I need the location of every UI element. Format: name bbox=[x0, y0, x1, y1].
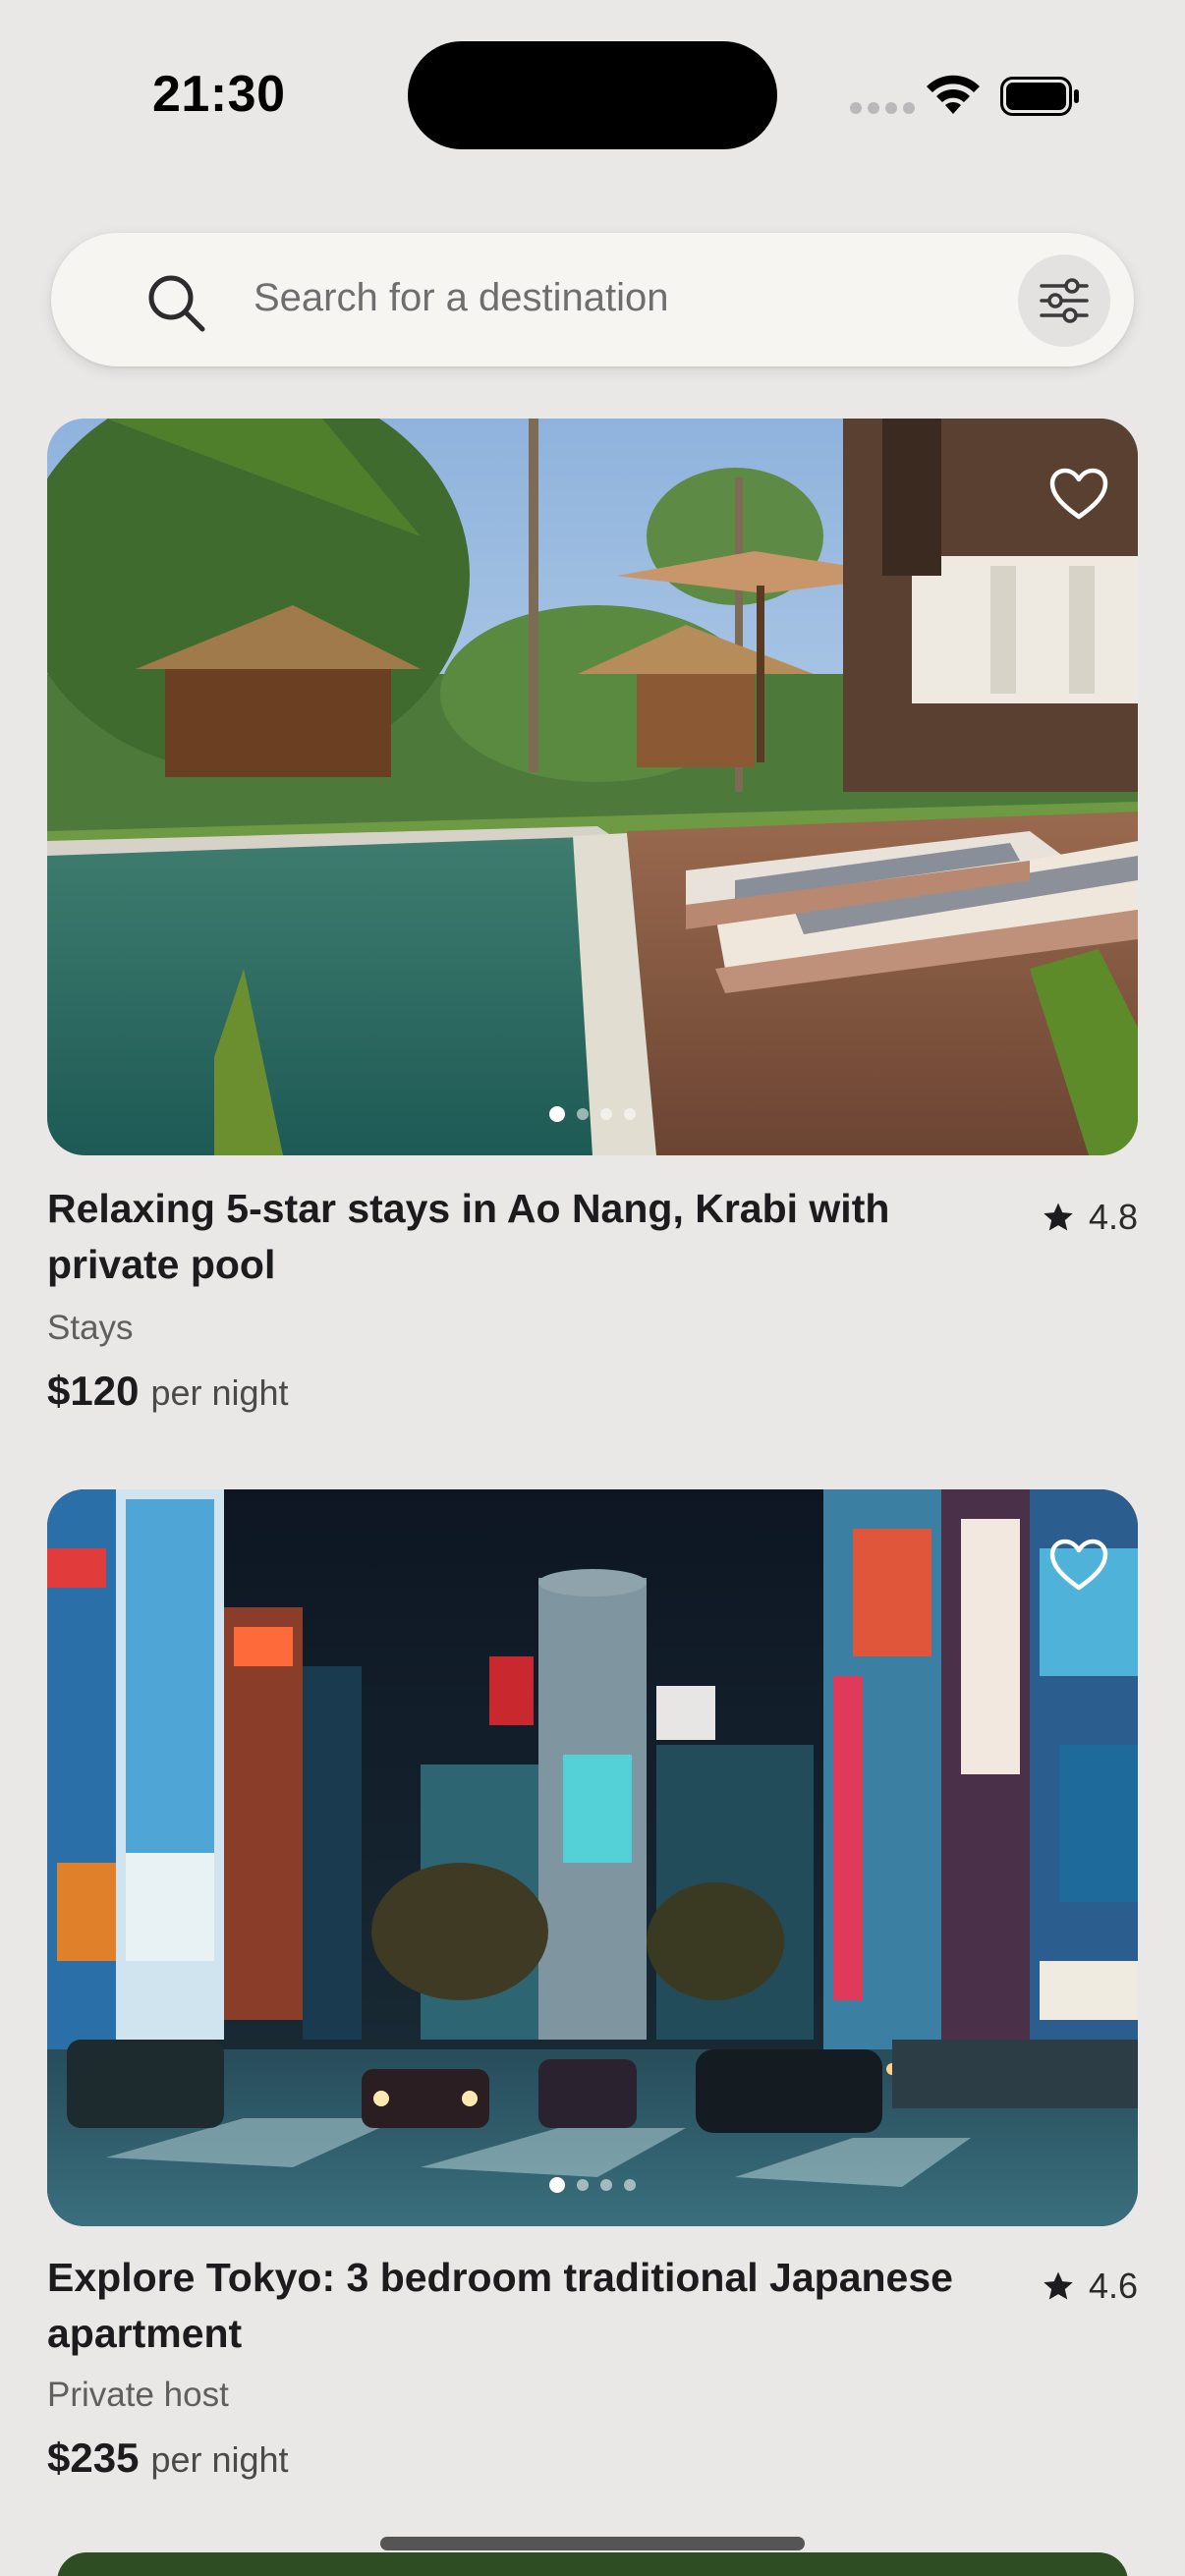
listing-category: Stays bbox=[47, 1309, 134, 1347]
star-icon bbox=[1044, 2271, 1073, 2300]
heart-outline-icon[interactable] bbox=[1049, 468, 1108, 521]
signal-icon bbox=[850, 102, 915, 114]
rating: 4.6 bbox=[1042, 2266, 1138, 2307]
search-icon bbox=[148, 275, 205, 332]
price: $120 bbox=[47, 1368, 140, 1414]
sliders-icon bbox=[1040, 278, 1089, 323]
star-icon bbox=[1044, 1203, 1073, 1231]
dynamic-island bbox=[408, 41, 777, 149]
home-indicator[interactable] bbox=[380, 2537, 805, 2550]
rating-value: 4.8 bbox=[1088, 1197, 1138, 1237]
price-line: $235 per night bbox=[47, 2435, 289, 2482]
price-unit: per night bbox=[150, 1372, 289, 1413]
rating: 4.8 bbox=[1042, 1197, 1138, 1238]
carousel-dots bbox=[549, 1106, 636, 1122]
rating-value: 4.6 bbox=[1088, 2266, 1138, 2306]
next-listing-photo[interactable] bbox=[57, 2552, 1128, 2576]
battery-icon bbox=[1000, 77, 1079, 116]
search-input[interactable]: Search for a destination bbox=[254, 276, 668, 320]
tokyo-street-photo bbox=[47, 1489, 1138, 2226]
listing-card[interactable]: Relaxing 5-star stays in Ao Nang, Krabi … bbox=[47, 419, 1138, 1414]
heart-outline-icon[interactable] bbox=[1049, 1539, 1108, 1592]
status-time: 21:30 bbox=[152, 66, 286, 123]
app-screen: 21:30 Search for a destination Relaxing … bbox=[0, 0, 1185, 2576]
carousel-dots bbox=[549, 2177, 636, 2193]
price-line: $120 per night bbox=[47, 1368, 289, 1415]
listing-photo-carousel[interactable] bbox=[47, 419, 1138, 1155]
listing-card[interactable]: Explore Tokyo: 3 bedroom traditional Jap… bbox=[47, 1489, 1138, 2481]
listing-title: Explore Tokyo: 3 bedroom traditional Jap… bbox=[47, 2255, 953, 2356]
listing-category: Private host bbox=[47, 2376, 229, 2414]
wifi-icon bbox=[927, 75, 980, 114]
listing-title: Relaxing 5-star stays in Ao Nang, Krabi … bbox=[47, 1186, 890, 1287]
price: $235 bbox=[47, 2435, 140, 2481]
search-bar[interactable]: Search for a destination bbox=[51, 233, 1134, 366]
listing-photo-carousel[interactable] bbox=[47, 1489, 1138, 2226]
resort-pool-photo bbox=[47, 419, 1138, 1155]
price-unit: per night bbox=[150, 2439, 289, 2480]
filter-button[interactable] bbox=[1018, 254, 1110, 347]
